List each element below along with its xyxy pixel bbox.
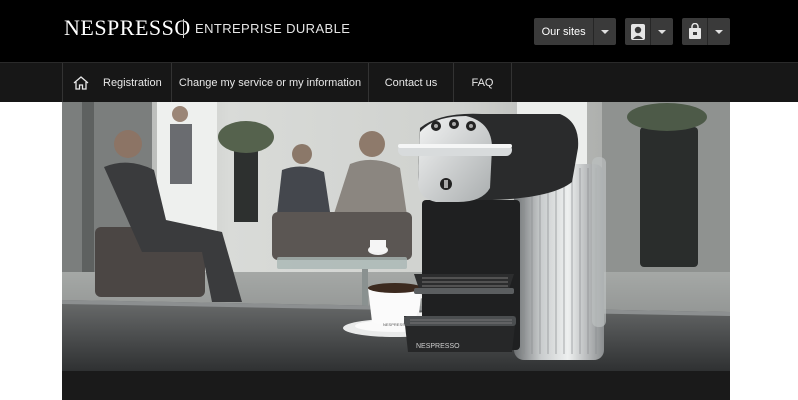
brand-logo[interactable]: NESPRESSO [64,17,191,39]
hero-image: NESPRESSO NESPRESSO [62,102,730,371]
nav-label-registration[interactable]: Registration [103,77,162,89]
nav-label-faq[interactable]: FAQ [471,77,493,89]
our-sites-dropdown[interactable]: Our sites [534,18,616,45]
account-caret[interactable] [650,18,673,45]
nav-item-faq[interactable]: FAQ [454,63,512,102]
nav-item-change-service[interactable]: Change my service or my information [172,63,369,102]
account-dropdown[interactable] [625,18,673,45]
home-icon[interactable] [73,75,89,90]
shopping-bag-icon [688,23,701,39]
chevron-down-icon [715,29,724,34]
nav-label-contact[interactable]: Contact us [385,77,438,89]
basket-dropdown[interactable] [682,18,730,45]
site-tagline: ENTREPRISE DURABLE [195,21,351,36]
nav-item-contact[interactable]: Contact us [369,63,454,102]
logo-divider [183,19,184,38]
chevron-down-icon [601,29,610,34]
our-sites-caret[interactable] [593,18,616,45]
chevron-down-icon [658,29,667,34]
nav-label-change-service[interactable]: Change my service or my information [179,77,361,89]
account-button[interactable] [625,18,650,45]
content-panel-top [62,371,730,400]
main-navigation: Registration Change my service or my inf… [0,62,798,102]
user-icon [630,23,645,40]
office-coffee-scene: NESPRESSO NESPRESSO [62,102,730,371]
basket-caret[interactable] [707,18,730,45]
our-sites-label[interactable]: Our sites [534,18,593,45]
machine-brand: NESPRESSO [416,343,460,350]
top-header: NESPRESSO ENTREPRISE DURABLE Our sites [0,0,798,62]
nav-item-registration[interactable]: Registration [62,63,172,102]
basket-button[interactable] [682,18,707,45]
